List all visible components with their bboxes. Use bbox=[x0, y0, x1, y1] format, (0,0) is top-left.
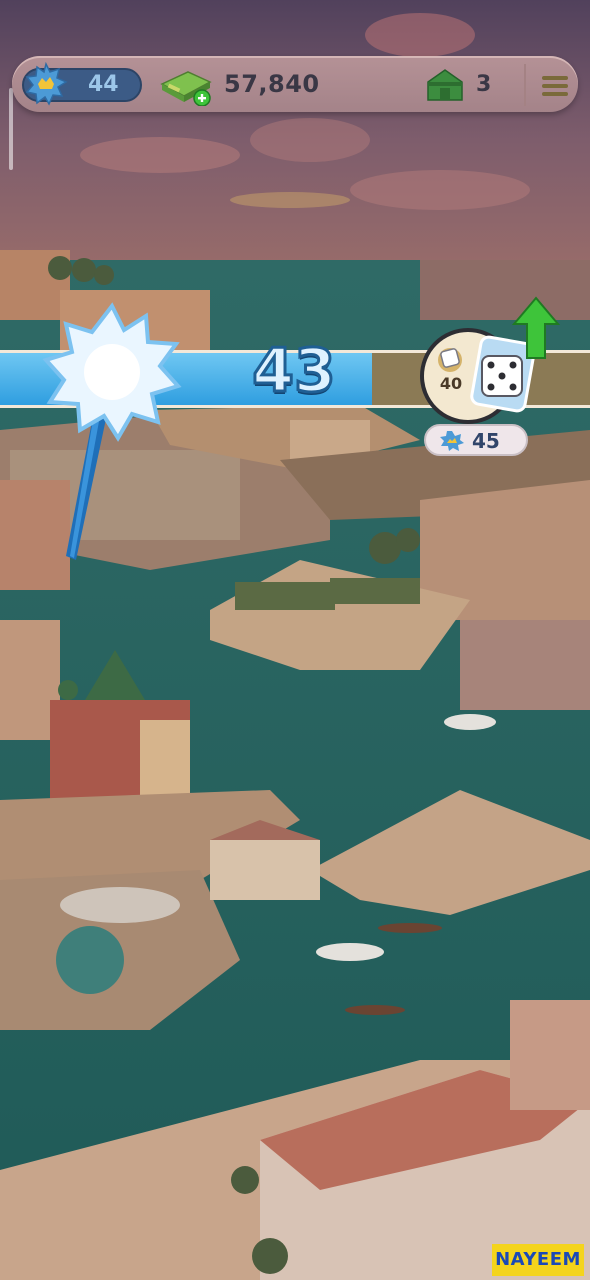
blue-burst-reward-icon bbox=[440, 431, 464, 451]
money-stack-plus-icon[interactable] bbox=[158, 66, 214, 106]
level-value: 44 bbox=[88, 72, 119, 97]
green-house-icon[interactable] bbox=[424, 68, 466, 102]
green-arrow-up-icon bbox=[512, 296, 560, 359]
creator-watermark: NAYEEM bbox=[492, 1244, 584, 1276]
houses-value: 3 bbox=[476, 72, 492, 97]
reward-pill: 45 bbox=[424, 424, 528, 456]
hamburger-menu-icon[interactable] bbox=[524, 64, 582, 106]
venice-city-background bbox=[0, 0, 590, 1280]
progress-current-value: 43 bbox=[251, 335, 338, 408]
menu-line bbox=[542, 84, 568, 88]
top-hud-bar: 44 57,840 3 bbox=[12, 56, 578, 112]
dice-count-value: 40 bbox=[439, 374, 463, 393]
reward-value: 45 bbox=[472, 429, 500, 453]
blue-burst-level-icon bbox=[25, 62, 68, 106]
scroll-indicator bbox=[9, 88, 13, 170]
white-star-burst-icon bbox=[42, 302, 182, 442]
menu-line bbox=[542, 76, 568, 80]
menu-line bbox=[542, 92, 568, 96]
cash-value: 57,840 bbox=[224, 70, 320, 98]
